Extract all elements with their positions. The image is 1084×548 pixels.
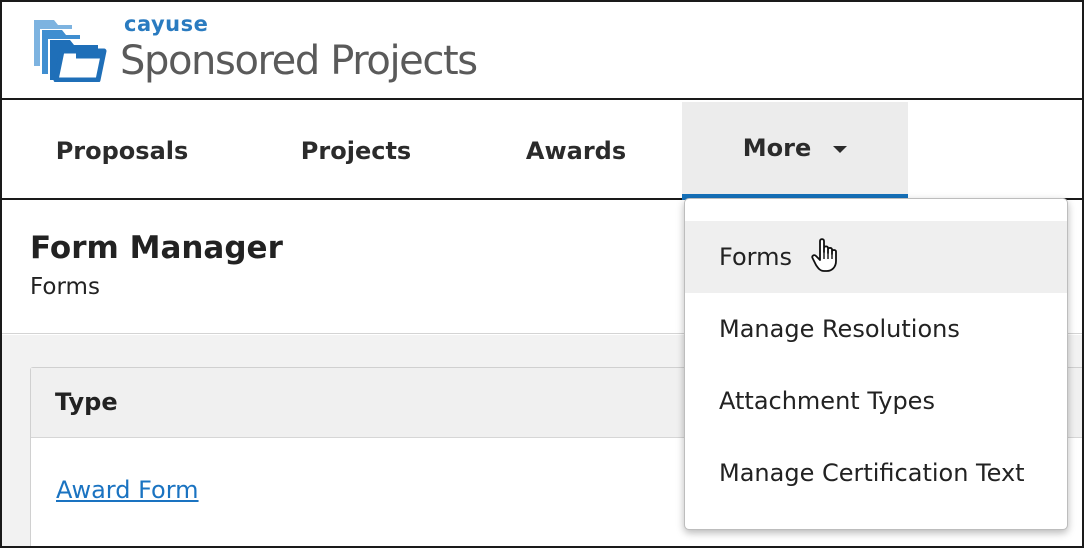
page-title: Form Manager	[30, 230, 283, 266]
menu-item-label: Manage Certification Text	[719, 459, 1025, 487]
nav-item-label: Awards	[525, 137, 627, 165]
more-dropdown-menu: Forms Manage Resolutions Attachment Type…	[684, 198, 1068, 530]
nav-item-awards[interactable]: Awards	[486, 102, 666, 200]
nav-item-label: Proposals	[55, 137, 189, 165]
menu-item-attachment-types[interactable]: Attachment Types	[685, 365, 1067, 437]
app-header: cayuse Sponsored Projects	[2, 2, 1082, 100]
nav-item-label: Projects	[300, 137, 412, 165]
menu-item-forms[interactable]: Forms	[685, 221, 1067, 293]
cayuse-folder-logo-icon	[34, 20, 107, 82]
brand-company: cayuse	[124, 12, 209, 36]
hand-pointer-cursor-icon	[811, 238, 837, 272]
main-nav: Proposals Projects Awards More	[2, 102, 1082, 200]
nav-item-projects[interactable]: Projects	[266, 102, 446, 200]
menu-item-manage-certification-text[interactable]: Manage Certification Text	[685, 437, 1067, 509]
menu-item-label: Manage Resolutions	[719, 315, 960, 343]
app-window: cayuse Sponsored Projects Proposals Proj…	[0, 0, 1084, 548]
menu-item-label: Forms	[719, 243, 792, 271]
page-subtitle: Forms	[30, 274, 100, 300]
nav-item-label: More	[742, 134, 812, 162]
nav-item-proposals[interactable]: Proposals	[32, 102, 212, 200]
menu-item-label: Attachment Types	[719, 387, 935, 415]
column-header-type[interactable]: Type	[55, 388, 118, 416]
award-form-link[interactable]: Award Form	[56, 476, 199, 504]
caret-down-icon	[833, 145, 848, 153]
nav-item-more[interactable]: More	[682, 102, 908, 200]
menu-item-manage-resolutions[interactable]: Manage Resolutions	[685, 293, 1067, 365]
brand-product: Sponsored Projects	[120, 38, 478, 84]
